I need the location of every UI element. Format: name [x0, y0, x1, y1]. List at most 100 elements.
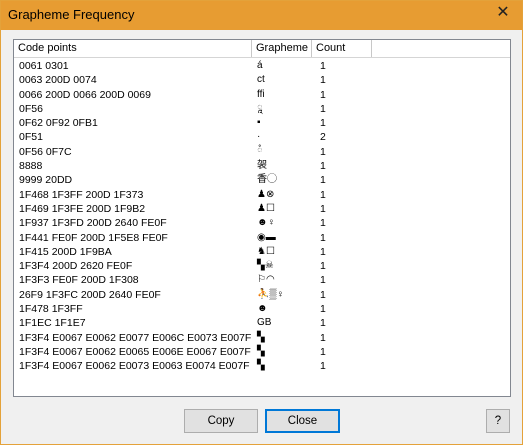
count-cell: 1: [320, 345, 326, 358]
code-points-cell: 0F62 0F92 0FB1: [19, 117, 98, 130]
list-item[interactable]: 1F1EC 1F1E7 GB 1: [14, 316, 510, 330]
count-cell: 1: [320, 317, 326, 330]
grapheme-cell: ▚: [257, 345, 265, 357]
code-points-cell: 1F3F4 E0067 E0062 E0065 E006E E0067 E007…: [19, 345, 251, 358]
code-points-cell: 1F469 1F3FE 200D 1F9B2: [19, 202, 146, 215]
count-cell: 1: [320, 117, 326, 130]
code-points-cell: 0F56 0F7C: [19, 145, 72, 158]
grapheme-cell: ♟⊗: [257, 188, 275, 200]
code-points-cell: 8888: [19, 160, 43, 173]
grapheme-cell: ▚: [257, 331, 265, 343]
column-header-grapheme[interactable]: Grapheme: [252, 40, 312, 57]
count-cell: 1: [320, 188, 326, 201]
code-points-cell: 1F3F3 FE0F 200D 1F308: [19, 274, 139, 287]
code-points-cell: 1F3F4 200D 2620 FE0F: [19, 260, 133, 273]
close-icon[interactable]: ✕: [494, 4, 512, 22]
code-points-cell: 9999 20DD: [19, 174, 73, 187]
count-cell: 1: [320, 74, 326, 87]
code-points-cell: 1F441 FE0F 200D 1F5E8 FE0F: [19, 231, 168, 244]
code-points-cell: 1F3F4 E0067 E0062 E0077 E006C E0073 E007…: [19, 331, 252, 344]
close-button[interactable]: Close: [265, 409, 340, 433]
list-item[interactable]: 1F468 1F3FF 200D 1F373 ♟⊗ 1: [14, 188, 510, 202]
count-cell: 1: [320, 217, 326, 230]
copy-button[interactable]: Copy: [184, 409, 258, 433]
list-item[interactable]: 1F3F3 FE0F 200D 1F308 ⚐◠ 1: [14, 273, 510, 287]
code-points-cell: 0F51: [19, 131, 43, 144]
code-points-cell: 1F937 1F3FD 200D 2640 FE0F: [19, 217, 167, 230]
code-points-cell: 0066 200D 0066 200D 0069: [19, 88, 151, 101]
count-cell: 1: [320, 231, 326, 244]
list-item[interactable]: 1F415 200D 1F9BA ♞☐ 1: [14, 245, 510, 259]
count-cell: 1: [320, 274, 326, 287]
grapheme-cell: ⚐◠: [257, 274, 275, 286]
grapheme-cell: ♟☐: [257, 202, 275, 214]
grapheme-cell: ཱ: [257, 102, 263, 114]
title-bar: Grapheme Frequency ✕: [1, 1, 522, 30]
grapheme-cell: ▚: [257, 360, 265, 372]
grapheme-cell: ▪: [257, 117, 261, 129]
grapheme-cell: GB: [257, 317, 272, 329]
grapheme-cell: ·: [257, 131, 261, 143]
code-points-cell: 1F468 1F3FF 200D 1F373: [19, 188, 144, 201]
count-cell: 1: [320, 360, 326, 373]
list-item[interactable]: 1F3F4 200D 2620 FE0F ▚☠ 1: [14, 259, 510, 273]
grapheme-cell: ◉▬: [257, 231, 276, 243]
grapheme-cell: ☻♀: [257, 217, 276, 229]
count-cell: 1: [320, 245, 326, 258]
grapheme-cell: ⛹▒♀: [257, 288, 285, 300]
code-points-cell: 1F478 1F3FF: [19, 303, 83, 316]
list-item[interactable]: 0F56 0F7Cཾ 1: [14, 145, 510, 159]
list-item[interactable]: 1F441 FE0F 200D 1F5E8 FE0F ◉▬ 1: [14, 231, 510, 245]
grapheme-cell: ffi: [257, 88, 265, 100]
list-item[interactable]: 0F51 · 2: [14, 130, 510, 144]
count-cell: 1: [320, 160, 326, 173]
count-cell: 1: [320, 331, 326, 344]
grapheme-cell: ct: [257, 74, 265, 86]
window-title: Grapheme Frequency: [8, 7, 135, 22]
list-item[interactable]: 26F9 1F3FC 200D 2640 FE0F ⛹▒♀ 1: [14, 288, 510, 302]
code-points-cell: 1F415 200D 1F9BA: [19, 245, 112, 258]
list-item[interactable]: 0066 200D 0066 200D 0069 ffi 1: [14, 88, 510, 102]
count-cell: 1: [320, 288, 326, 301]
list-header: Code points Grapheme Count: [14, 40, 510, 58]
list-item[interactable]: 1F3F4 E0067 E0062 E0077 E006C E0073 E007…: [14, 331, 510, 345]
count-cell: 1: [320, 174, 326, 187]
list-item[interactable]: 1F478 1F3FF ☻ 1: [14, 302, 510, 316]
list-item[interactable]: 1F3F4 E0067 E0062 E0073 E0063 E0074 E007…: [14, 359, 510, 373]
list-item[interactable]: 0063 200D 0074 ct 1: [14, 73, 510, 87]
count-cell: 1: [320, 145, 326, 158]
list-item[interactable]: 9999 20DD 香◯ 1: [14, 173, 510, 187]
list-rows: 0061 0301 á 1 0063 200D 0074 ct 1 0066 200D 00…: [14, 59, 510, 374]
count-cell: 1: [320, 303, 326, 316]
list-item[interactable]: 1F469 1F3FE 200D 1F9B2 ♟☐ 1: [14, 202, 510, 216]
list-item[interactable]: 8888 袈 1: [14, 159, 510, 173]
code-points-cell: 26F9 1F3FC 200D 2640 FE0F: [19, 288, 161, 301]
list-item[interactable]: 0F62 0F92 0FB1 ▪ 1: [14, 116, 510, 130]
count-cell: 1: [320, 202, 326, 215]
grapheme-list[interactable]: Code points Grapheme Count 0061 0301 á 1 00…: [13, 39, 511, 397]
grapheme-frequency-dialog: Grapheme Frequency ✕ Code points Graphem…: [0, 0, 523, 445]
grapheme-cell: 香◯: [257, 174, 277, 186]
grapheme-cell: á: [257, 60, 263, 71]
grapheme-cell: ཾ: [257, 145, 263, 157]
list-item[interactable]: 1F3F4 E0067 E0062 E0065 E006E E0067 E007…: [14, 345, 510, 359]
count-cell: 2: [320, 131, 326, 144]
count-cell: 1: [320, 260, 326, 273]
column-header-code-points[interactable]: Code points: [14, 40, 252, 57]
column-header-count[interactable]: Count: [312, 40, 372, 57]
code-points-cell: 1F3F4 E0067 E0062 E0073 E0063 E0074 E007…: [19, 360, 250, 373]
count-cell: 1: [320, 102, 326, 115]
code-points-cell: 0061 0301: [19, 60, 69, 72]
code-points-cell: 0F56: [19, 102, 43, 115]
list-item[interactable]: 1F937 1F3FD 200D 2640 FE0F ☻♀ 1: [14, 216, 510, 230]
help-button[interactable]: ?: [486, 409, 510, 433]
count-cell: 1: [320, 88, 326, 101]
count-cell: 1: [320, 60, 326, 72]
list-item[interactable]: 0F56ཱ 1: [14, 102, 510, 116]
grapheme-cell: 袈: [257, 160, 267, 172]
code-points-cell: 1F1EC 1F1E7: [19, 317, 86, 330]
code-points-cell: 0063 200D 0074: [19, 74, 97, 87]
grapheme-cell: ☻: [257, 303, 268, 315]
grapheme-cell: ▚☠: [257, 260, 274, 272]
list-item[interactable]: 0061 0301 á 1: [14, 59, 510, 73]
